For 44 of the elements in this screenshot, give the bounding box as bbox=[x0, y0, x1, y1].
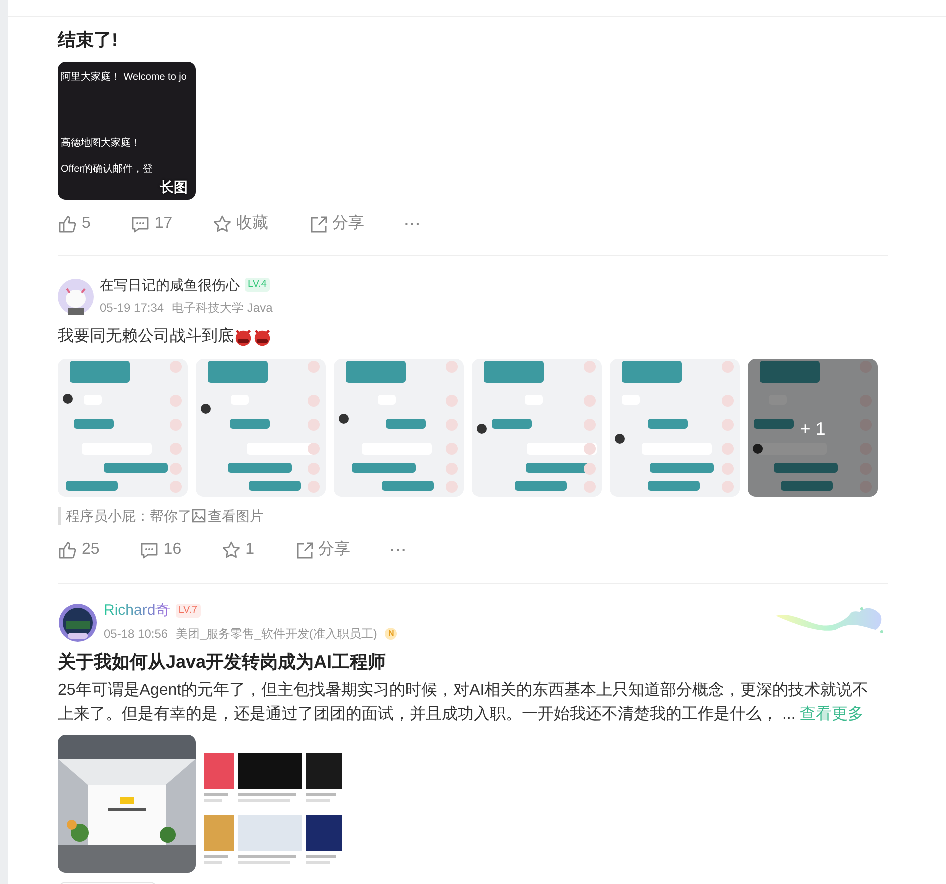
level-badge: LV.4 bbox=[245, 278, 270, 292]
more-button[interactable]: ··· bbox=[404, 214, 422, 234]
like-icon bbox=[58, 540, 77, 560]
user-name[interactable]: 在写日记的咸鱼很伤心 bbox=[100, 276, 240, 294]
author-org: 电子科技大学 Java bbox=[172, 300, 273, 317]
post-title[interactable]: 关于我如何从Java开发转岗成为AI工程师 bbox=[58, 650, 888, 674]
like-icon bbox=[58, 214, 77, 234]
user-badge: N bbox=[385, 628, 398, 640]
comment-button[interactable]: 16 bbox=[140, 540, 182, 560]
comment-text: 程序员小屁：帮你了 bbox=[66, 507, 192, 525]
share-icon bbox=[294, 540, 314, 560]
avatar-icon[interactable] bbox=[58, 602, 98, 642]
star-icon bbox=[222, 540, 241, 560]
comment-icon bbox=[140, 540, 159, 560]
view-images-link[interactable]: 查看图片 bbox=[192, 507, 264, 525]
image-text: 高德地图大家庭！ bbox=[61, 136, 142, 150]
image-text: Offer的确认邮件，登 bbox=[61, 162, 154, 176]
ogre-emoji-icon bbox=[234, 328, 253, 346]
like-button[interactable]: 25 bbox=[58, 540, 100, 560]
share-icon bbox=[308, 214, 328, 234]
more-button[interactable]: ··· bbox=[390, 540, 408, 560]
share-button[interactable]: 分享 bbox=[308, 214, 365, 234]
level-badge: LV.7 bbox=[176, 604, 201, 618]
view-more-link[interactable]: 查看更多 bbox=[800, 706, 864, 723]
post-title[interactable]: 结束了! bbox=[58, 28, 888, 52]
favorite-button[interactable]: 收藏 bbox=[212, 214, 269, 234]
post-time: 05-19 17:34 bbox=[100, 300, 164, 317]
image-icon bbox=[192, 509, 206, 523]
post-text: 我要同无赖公司战斗到底 bbox=[58, 326, 234, 347]
avatar-icon[interactable] bbox=[58, 278, 94, 314]
more-images-count[interactable]: + 1 bbox=[748, 419, 878, 440]
comment-button[interactable]: 17 bbox=[130, 214, 173, 234]
post-time: 05-18 10:56 bbox=[104, 626, 168, 643]
favorite-button[interactable]: 1 bbox=[222, 540, 254, 560]
comment-icon bbox=[130, 214, 150, 234]
post-excerpt: 25年可谓是Agent的元年了，但主包找暑期实习的时候，对AI相关的东西基本上只知道部分概念，更深的技术就说不上来了。但是有幸的是，还是通过了团团的面试，并且成功入职。一开始我还不清楚我的工作是什么， ... 查看更多 bbox=[58, 680, 870, 725]
user-name[interactable]: Richard奇 bbox=[104, 602, 171, 620]
like-button[interactable]: 5 bbox=[58, 214, 91, 234]
long-image-label: 长图 bbox=[160, 179, 188, 197]
star-icon bbox=[212, 214, 232, 234]
image-text: 阿里大家庭！ Welcome to jo bbox=[61, 70, 188, 84]
share-button[interactable]: 分享 bbox=[294, 540, 350, 560]
ogre-emoji-icon bbox=[253, 328, 272, 346]
author-org: 美团_服务零售_软件开发(准入职员工) bbox=[176, 626, 378, 643]
